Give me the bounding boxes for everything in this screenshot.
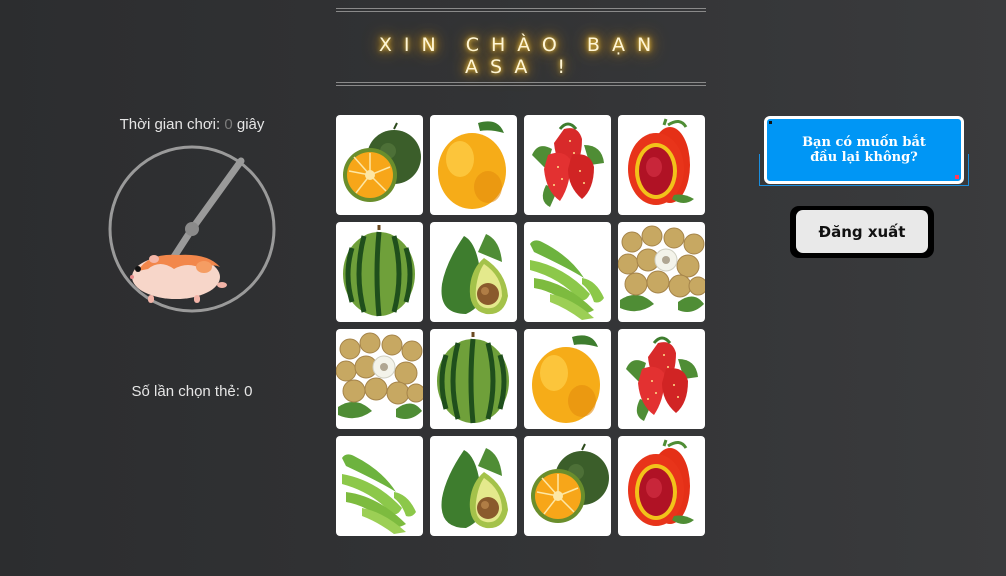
strawberry-fruit-icon: [626, 336, 698, 421]
gac-fruit-icon: [628, 118, 694, 205]
longan-fruit-icon: [618, 225, 705, 312]
banana-fruit-icon: [530, 240, 604, 320]
avocado-fruit-icon: [441, 234, 508, 315]
header-divider-bottom: [336, 82, 706, 86]
play-time-unit: giây: [232, 116, 265, 133]
gac-fruit-icon: [628, 439, 694, 526]
memory-card[interactable]: [430, 222, 517, 322]
welcome-title: XIN CHÀO BẠN ASA !: [378, 34, 664, 78]
logout-button-label: Đăng xuất: [818, 222, 906, 241]
memory-card-board: [336, 115, 705, 536]
play-time-value: 0: [224, 116, 233, 133]
corner-marker: [955, 175, 959, 179]
watermelon-fruit-icon: [343, 225, 415, 317]
mango-fruit-icon: [438, 121, 506, 209]
memory-card[interactable]: [524, 436, 611, 536]
avocado-fruit-icon: [441, 448, 508, 529]
restart-button[interactable]: Bạn có muốn bắt đầu lại không?: [764, 116, 964, 184]
orange-fruit-icon: [531, 443, 609, 523]
logout-button-face: Đăng xuất: [796, 210, 928, 253]
restart-button-label: Bạn có muốn bắt đầu lại không?: [802, 135, 926, 165]
game-header: XIN CHÀO BẠN ASA !: [336, 8, 706, 86]
play-time-label: Thời gian chơi: 0 giây: [92, 116, 292, 133]
play-time-prefix: Thời gian chơi:: [119, 116, 225, 133]
memory-card[interactable]: [336, 329, 423, 429]
header-divider-top: [336, 8, 706, 12]
memory-card[interactable]: [618, 436, 705, 536]
memory-card[interactable]: [618, 222, 705, 322]
memory-card[interactable]: [618, 115, 705, 215]
corner-marker: [769, 121, 772, 124]
logout-button[interactable]: Đăng xuất: [790, 206, 934, 258]
card-click-counter: Số lần chọn thẻ: 0: [92, 383, 292, 400]
memory-card[interactable]: [618, 329, 705, 429]
banana-fruit-icon: [342, 454, 416, 534]
memory-card[interactable]: [336, 222, 423, 322]
memory-card[interactable]: [430, 115, 517, 215]
watermelon-fruit-icon: [437, 332, 509, 424]
strawberry-fruit-icon: [532, 122, 604, 207]
longan-fruit-icon: [336, 332, 423, 419]
orange-fruit-icon: [343, 122, 421, 202]
memory-card[interactable]: [524, 115, 611, 215]
memory-card[interactable]: [430, 436, 517, 536]
memory-card[interactable]: [430, 329, 517, 429]
click-count-prefix: Số lần chọn thẻ:: [131, 383, 245, 400]
mango-fruit-icon: [532, 335, 600, 423]
restart-panel: Bạn có muốn bắt đầu lại không?: [759, 116, 969, 188]
memory-card[interactable]: [336, 115, 423, 215]
memory-card[interactable]: [524, 222, 611, 322]
click-count-value: 0: [244, 383, 253, 400]
memory-card[interactable]: [524, 329, 611, 429]
hamster-timer-icon: [108, 145, 276, 313]
memory-card[interactable]: [336, 436, 423, 536]
